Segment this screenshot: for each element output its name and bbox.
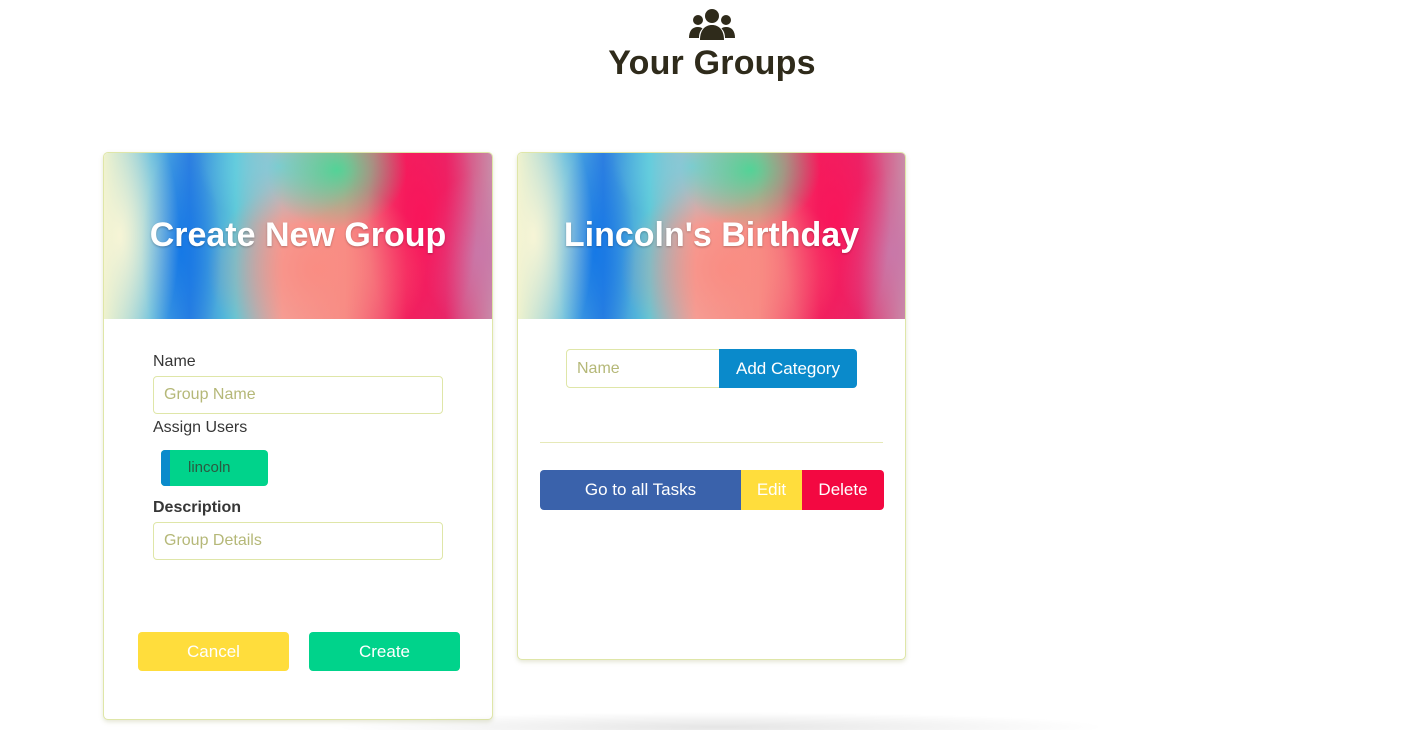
category-name-input[interactable]: [566, 349, 720, 388]
assign-users-label: Assign Users: [153, 419, 248, 436]
chip-edge: [161, 450, 170, 486]
users-group-icon: [689, 9, 735, 40]
user-chip-lincoln[interactable]: lincoln: [161, 450, 268, 486]
group-name-input[interactable]: [153, 376, 443, 414]
edit-button[interactable]: Edit: [741, 470, 802, 510]
card-banner-image: Lincoln's Birthday: [518, 153, 905, 319]
card-banner-image: Create New Group: [104, 153, 492, 319]
group-card-lincolns-birthday: Lincoln's Birthday Add Category Go to al…: [517, 152, 906, 660]
group-title: Lincoln's Birthday: [563, 216, 860, 254]
groups-page: Your Groups Create New Group Name Assign…: [0, 0, 1418, 730]
delete-button[interactable]: Delete: [802, 470, 884, 510]
page-title: Your Groups: [608, 44, 816, 82]
bottom-shadow: [330, 712, 1110, 730]
add-category-button[interactable]: Add Category: [719, 349, 857, 388]
cancel-button[interactable]: Cancel: [138, 632, 289, 671]
create-group-card: Create New Group Name Assign Users linco…: [103, 152, 493, 720]
description-label: Description: [153, 499, 242, 516]
name-label: Name: [153, 353, 196, 370]
user-chip-label: lincoln: [188, 459, 231, 476]
go-to-all-tasks-button[interactable]: Go to all Tasks: [540, 470, 741, 510]
create-group-title: Create New Group: [149, 216, 447, 254]
create-button[interactable]: Create: [309, 632, 460, 671]
group-details-input[interactable]: [153, 522, 443, 560]
divider: [540, 442, 883, 443]
